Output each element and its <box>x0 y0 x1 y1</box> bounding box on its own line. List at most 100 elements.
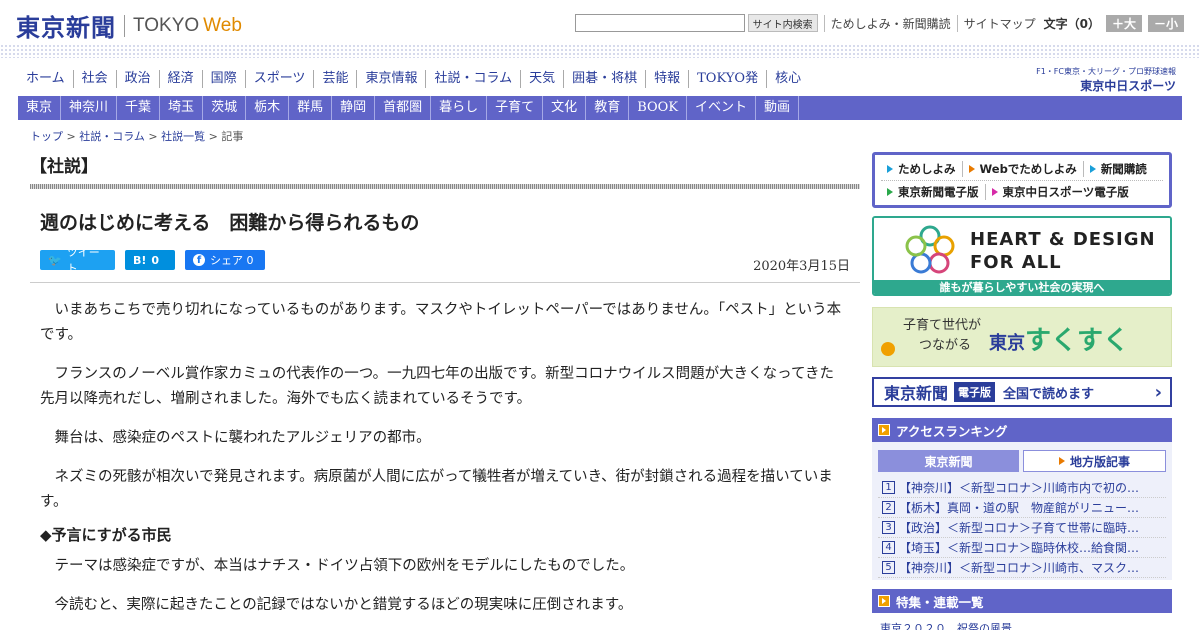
nav-special-report[interactable]: 特報 <box>645 70 688 88</box>
web-trial-link[interactable]: Webでためしよみ <box>963 161 1084 177</box>
triangle-icon <box>991 187 998 196</box>
nav-economy[interactable]: 経済 <box>158 70 202 88</box>
ranking-item[interactable]: 5 【神奈川】＜新型コロナ＞川崎市、マスク… <box>878 558 1166 578</box>
triangle-icon <box>968 165 975 173</box>
nav-tokyo-hatsu[interactable]: TOKYO発 <box>688 70 766 88</box>
header: 東京新聞 TOKYO Web サイト内検索 ためしよみ・新聞購読 サイトマップ 文… <box>0 0 1200 48</box>
nav-sports[interactable]: スポーツ <box>244 70 314 88</box>
nav-international[interactable]: 国際 <box>201 70 245 88</box>
tab-tokyo-shimbun[interactable]: 東京新聞 <box>878 450 1019 472</box>
rank-text: 【埼玉】＜新型コロナ＞臨時休校…給食関… <box>899 541 1140 555</box>
ranking-item[interactable]: 4 【埼玉】＜新型コロナ＞臨時休校…給食関… <box>878 538 1166 558</box>
subscribe-link[interactable]: 新聞購読 <box>1084 161 1153 177</box>
reg-kanagawa[interactable]: 神奈川 <box>61 96 118 120</box>
heart-design-main: HEART & DESIGN FOR ALL <box>874 218 1170 280</box>
facebook-share-button[interactable]: f シェア 0 <box>185 250 265 270</box>
reg-event[interactable]: イベント <box>687 96 757 120</box>
breadcrumb-sep: > <box>148 130 162 143</box>
search-input[interactable] <box>574 14 745 32</box>
sidebar-menu-row: 東京新聞電子版 東京中日スポーツ電子版 <box>881 180 1163 202</box>
header-tools: サイト内検索 ためしよみ・新聞購読 サイトマップ 文字（0） ＋大 －小 <box>574 14 1184 32</box>
tweet-button[interactable]: 🐦 ツイート <box>40 246 115 275</box>
reg-shizuoka[interactable]: 静岡 <box>332 96 376 120</box>
ranking-item[interactable]: 2 【栃木】真岡・道の駅 物産館がリニュー… <box>878 498 1166 518</box>
site-search-button[interactable]: サイト内検索 <box>747 14 818 32</box>
heart-design-text: HEART & DESIGN FOR ALL <box>970 228 1156 274</box>
reg-book[interactable]: BOOK <box>629 96 688 120</box>
article-date: 2020年3月15日 <box>753 259 850 274</box>
sitemap-link[interactable]: サイトマップ <box>956 14 1036 32</box>
social-buttons: 🐦 ツイート B! 0 f シェア 0 <box>40 246 265 275</box>
sukusuku-brand: 東京すくすく <box>989 320 1129 357</box>
trial-subscribe-link[interactable]: ためしよみ・新聞購読 <box>823 14 951 32</box>
triangle-icon <box>1058 457 1065 465</box>
hatena-b-icon: B! <box>133 253 147 267</box>
main-nav: ホーム 社会 政治 経済 国際 スポーツ 芸能 東京情報 社説・コラム 天気 囲… <box>18 70 809 88</box>
nav-society[interactable]: 社会 <box>72 70 116 88</box>
nav-weather[interactable]: 天気 <box>520 70 563 88</box>
tweet-label: ツイート <box>66 246 100 275</box>
rank-text: 【政治】＜新型コロナ＞子育て世帯に臨時… <box>899 521 1140 535</box>
logo-tokyo: TOKYO <box>133 14 200 36</box>
reg-parenting[interactable]: 子育て <box>487 96 544 120</box>
sukusuku-brand-tokyo: 東京 <box>989 333 1025 354</box>
sidebar-menu-row: ためしよみ Webでためしよみ 新聞購読 <box>881 158 1163 180</box>
nav-entertainment[interactable]: 芸能 <box>313 70 356 88</box>
article-paragraph: フランスのノーベル賞作家カミュの代表作の一つ。一九四七年の出版です。新型コロナウ… <box>40 366 835 407</box>
ranking-item[interactable]: 3 【政治】＜新型コロナ＞子育て世帯に臨時… <box>878 518 1166 538</box>
heart-design-banner[interactable]: HEART & DESIGN FOR ALL 誰もが暮らしやすい社会の実現へ <box>872 216 1172 296</box>
breadcrumb-editorial[interactable]: 社説・コラム <box>79 130 145 143</box>
tab-regional-articles[interactable]: 地方版記事 <box>1023 450 1166 472</box>
site-logo[interactable]: 東京新聞 TOKYO Web <box>16 8 242 43</box>
reg-chiba[interactable]: 千葉 <box>117 96 161 120</box>
reg-saitama[interactable]: 埼玉 <box>160 96 204 120</box>
breadcrumb-editorial-list[interactable]: 社説一覧 <box>161 130 205 143</box>
triangle-icon <box>887 165 893 173</box>
reg-video[interactable]: 動画 <box>756 96 800 120</box>
ranking-list: 1 【神奈川】＜新型コロナ＞川崎市内で初の… 2 【栃木】真岡・道の駅 物産館がリニ… <box>878 478 1166 578</box>
nav-home[interactable]: ホーム <box>18 70 73 88</box>
reg-education[interactable]: 教育 <box>586 96 630 120</box>
article-body: いまあちこちで売り切れになっているものがあります。マスクやトイレットペーパーでは… <box>40 298 845 630</box>
web-trial-label: Webでためしよみ <box>979 162 1077 176</box>
features-peek[interactable]: 東京２０２０ 祝祭の風景 <box>880 620 1012 630</box>
nav-kakushin[interactable]: 核心 <box>766 70 809 88</box>
chunichi-tagline: F1・FC東京・大リーグ・プロ野球速報 <box>1036 67 1176 76</box>
trial-read-link[interactable]: ためしよみ <box>881 161 963 177</box>
nav-editorial-column[interactable]: 社説・コラム <box>425 70 520 88</box>
subscribe-label: 新聞購読 <box>1100 162 1147 176</box>
reg-tokyo[interactable]: 東京 <box>18 96 62 120</box>
digital-edition-banner[interactable]: 東京新聞 電子版 全国で読めます › <box>872 377 1172 407</box>
font-smaller-button[interactable]: －小 <box>1147 14 1184 32</box>
hatena-bookmark-button[interactable]: B! 0 <box>125 250 175 270</box>
nav-go-shogi[interactable]: 囲碁・将棋 <box>563 70 645 88</box>
chunichi-sports-link[interactable]: F1・FC東京・大リーグ・プロ野球速報 東京中日スポーツ <box>1036 66 1176 94</box>
nav-tokyo-info[interactable]: 東京情報 <box>356 70 425 88</box>
reg-ibaraki[interactable]: 茨城 <box>203 96 247 120</box>
ranking-item[interactable]: 1 【神奈川】＜新型コロナ＞川崎市内で初の… <box>878 478 1166 498</box>
ranking-title: アクセスランキング <box>896 423 1008 439</box>
digital-edition-link[interactable]: 東京新聞電子版 <box>881 183 986 200</box>
rank-number: 3 <box>882 521 895 534</box>
breadcrumb-sep: > <box>66 130 80 143</box>
reg-living[interactable]: 暮らし <box>431 96 488 120</box>
section-divider <box>30 184 860 189</box>
ranking-header: アクセスランキング <box>872 418 1172 442</box>
breadcrumb-top[interactable]: トップ <box>30 130 63 143</box>
digital-edition-label: 東京新聞電子版 <box>898 184 979 199</box>
sukusuku-banner[interactable]: 子育て世代が つながる 東京すくすく <box>872 307 1172 367</box>
article-paragraph: いまあちこちで売り切れになっているものがあります。マスクやトイレットペーパーでは… <box>40 302 842 343</box>
font-bigger-button[interactable]: ＋大 <box>1105 14 1142 32</box>
rank-number: 2 <box>882 501 895 514</box>
square-arrow-icon <box>878 424 890 436</box>
reg-gunma[interactable]: 群馬 <box>289 96 333 120</box>
article-subheading: ◆予言にすがる市民 <box>40 526 172 544</box>
reg-culture[interactable]: 文化 <box>543 96 587 120</box>
chunichi-digital-link[interactable]: 東京中日スポーツ電子版 <box>986 184 1135 200</box>
breadcrumb-current: 記事 <box>221 130 244 143</box>
regional-nav: 東京 神奈川 千葉 埼玉 茨城 栃木 群馬 静岡 首都圏 暮らし 子育て 文化 … <box>18 96 1182 120</box>
nav-politics[interactable]: 政治 <box>115 70 159 88</box>
rank-number: 4 <box>882 541 895 554</box>
reg-metropolitan[interactable]: 首都圏 <box>375 96 432 120</box>
reg-tochigi[interactable]: 栃木 <box>246 96 290 120</box>
